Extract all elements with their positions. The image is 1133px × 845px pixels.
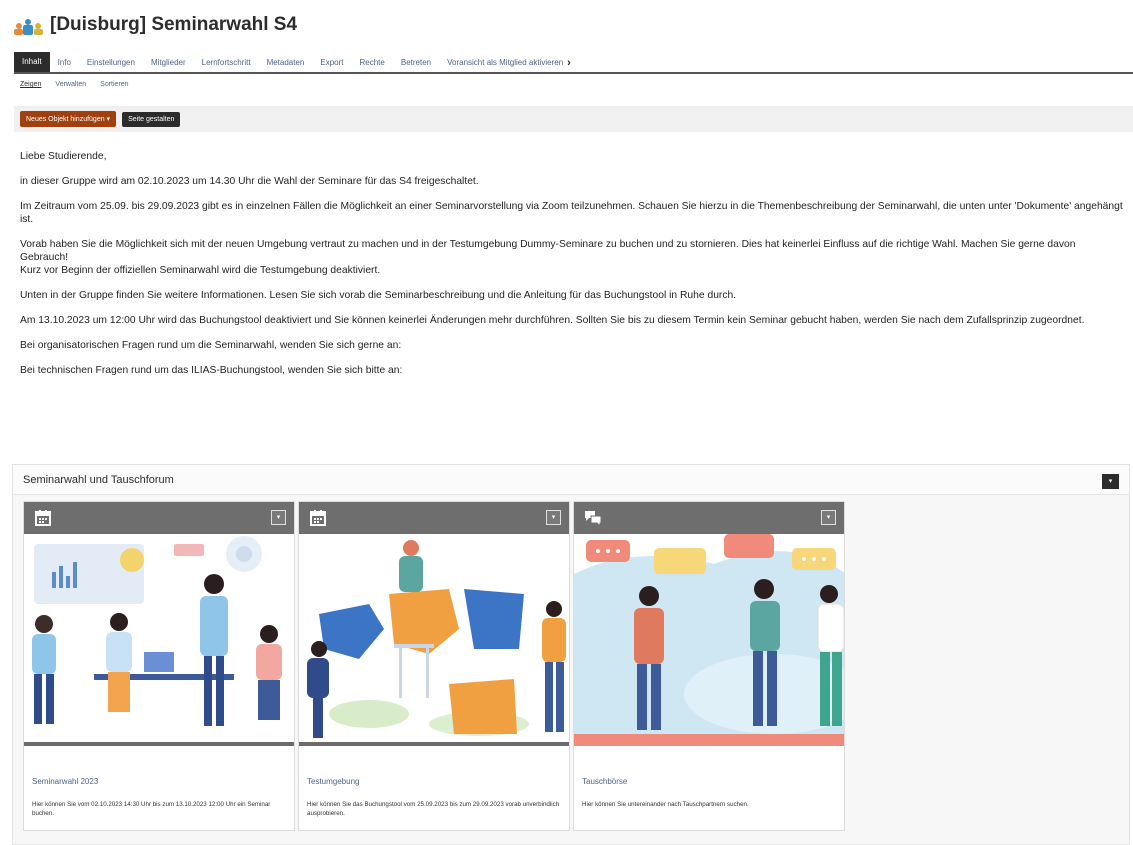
tile-description: Hier können Sie vom 02.10.2023 14:30 Uhr…	[32, 801, 271, 817]
subtab-verwalten[interactable]: Verwalten	[55, 81, 86, 88]
tab-voransicht[interactable]: Voransicht als Mitglied aktivieren	[439, 54, 571, 72]
tab-rechte[interactable]: Rechte	[352, 54, 393, 72]
tab-mitglieder[interactable]: Mitglieder	[143, 54, 194, 72]
paragraph: Am 13.10.2023 um 12:00 Uhr wird das Buch…	[20, 315, 1085, 326]
group-icon	[14, 14, 44, 36]
tile-image	[574, 534, 844, 746]
main-tabs: Inhalt Info Einstellungen Mitglieder Ler…	[14, 52, 1133, 74]
add-object-button[interactable]: Neues Objekt hinzufügen ▾	[20, 111, 117, 127]
page-header: [Duisburg] Seminarwahl S4	[14, 10, 297, 40]
chevron-right-icon[interactable]: ›	[567, 54, 571, 72]
paragraph: Unten in der Gruppe finden Sie weitere I…	[20, 290, 737, 301]
tile-header: ▾	[24, 502, 294, 534]
tab-betreten[interactable]: Betreten	[393, 54, 439, 72]
paragraph-line: Vorab haben Sie die Möglichkeit sich mit…	[20, 239, 1076, 263]
toolbar: Neues Objekt hinzufügen ▾ Seite gestalte…	[14, 106, 1133, 132]
subtab-sortieren[interactable]: Sortieren	[100, 81, 128, 88]
design-page-button[interactable]: Seite gestalten	[122, 111, 181, 127]
tab-lernfortschritt[interactable]: Lernfortschritt	[194, 54, 259, 72]
intro-text: Liebe Studierende, in dieser Gruppe wird…	[20, 150, 1125, 389]
tile-seminarwahl[interactable]: ▾ Seminarwahl 2023 Hier können Sie vom 0…	[23, 501, 295, 831]
tile-tauschboerse[interactable]: ▾ Tauschbörse Hier können Sie untereinan…	[573, 501, 845, 831]
tab-einstellungen[interactable]: Einstellungen	[79, 54, 143, 72]
tile-menu-button[interactable]: ▾	[546, 510, 561, 525]
tile-title[interactable]: Seminarwahl 2023	[32, 777, 98, 786]
tile-image	[24, 534, 294, 746]
tile-header: ▾	[574, 502, 844, 534]
tile-image	[299, 534, 569, 746]
tab-inhalt[interactable]: Inhalt	[14, 52, 50, 72]
block-title: Seminarwahl und Tauschforum	[13, 465, 1129, 495]
tab-metadaten[interactable]: Metadaten	[259, 54, 313, 72]
paragraph: Bei technischen Fragen rund um das ILIAS…	[20, 365, 403, 376]
tab-export[interactable]: Export	[312, 54, 351, 72]
page-title: [Duisburg] Seminarwahl S4	[50, 14, 298, 35]
paragraph: Vorab haben Sie die Möglichkeit sich mit…	[20, 238, 1125, 277]
paragraph: Liebe Studierende,	[20, 151, 107, 162]
tile-menu-button[interactable]: ▾	[271, 510, 286, 525]
paragraph-line: Kurz vor Beginn der offiziellen Seminarw…	[20, 265, 381, 276]
tile-title[interactable]: Tauschbörse	[582, 777, 627, 786]
calendar-icon	[310, 510, 326, 526]
subtab-zeigen[interactable]: Zeigen	[20, 81, 41, 88]
tile-description: Hier können Sie untereinander nach Tausc…	[582, 801, 749, 808]
collapse-icon[interactable]: ▾	[1102, 474, 1119, 489]
paragraph: in dieser Gruppe wird am 02.10.2023 um 1…	[20, 176, 479, 187]
paragraph: Bei organisatorischen Fragen rund um die…	[20, 340, 402, 351]
content-block: Seminarwahl und Tauschforum ▾ ▾ Seminarw…	[12, 464, 1130, 845]
tile-title[interactable]: Testumgebung	[307, 777, 359, 786]
tile-testumgebung[interactable]: ▾ Testumgebung Hier können Sie das Buchu…	[298, 501, 570, 831]
tile-menu-button[interactable]: ▾	[821, 510, 836, 525]
sub-tabs: Zeigen Verwalten Sortieren	[20, 81, 129, 88]
forum-icon	[585, 511, 602, 527]
tile-header: ▾	[299, 502, 569, 534]
calendar-icon	[35, 510, 51, 526]
tile-description: Hier können Sie das Buchungstool vom 25.…	[307, 801, 560, 817]
paragraph: Im Zeitraum vom 25.09. bis 29.09.2023 gi…	[20, 201, 1123, 225]
tab-info[interactable]: Info	[50, 54, 79, 72]
